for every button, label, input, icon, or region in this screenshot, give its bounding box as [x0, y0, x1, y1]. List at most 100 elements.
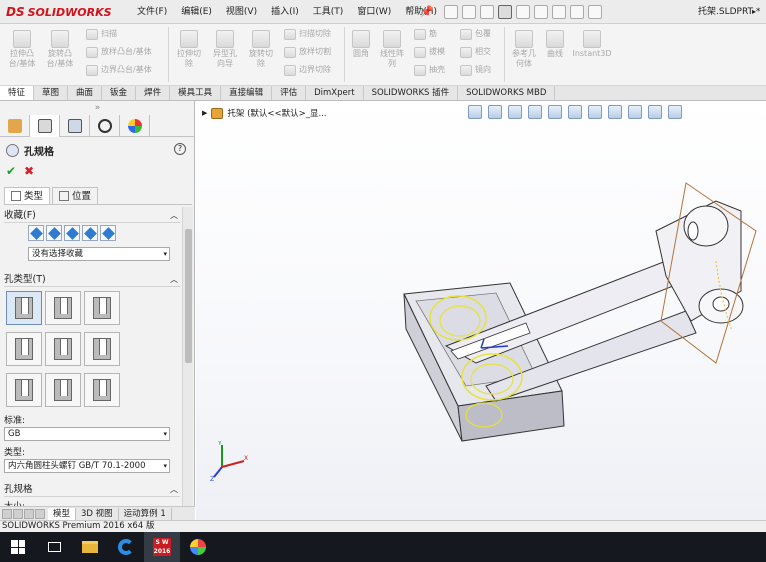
title-dropdown-icon[interactable]: ▸ — [752, 0, 756, 24]
pin-icon[interactable]: 📌 — [420, 5, 434, 19]
loft-boss-button[interactable]: 放样凸台/基体 — [86, 46, 152, 58]
save-favorite-icon[interactable] — [82, 225, 98, 241]
tab-mold-tools[interactable]: 模具工具 — [170, 86, 222, 100]
solidworks-taskbar-button[interactable]: S W 2016 — [144, 532, 180, 562]
menu-edit[interactable]: 编辑(E) — [174, 0, 219, 24]
favorites-select[interactable]: 没有选择收藏 ▾ — [28, 247, 170, 261]
favorites-section-header[interactable]: 收藏(F) ︿ — [4, 209, 180, 223]
property-scrollbar[interactable] — [182, 207, 193, 507]
bracket-model[interactable] — [196, 101, 766, 520]
instant3d-button[interactable]: Instant3D — [572, 30, 612, 59]
shell-button[interactable]: 抽壳 — [414, 64, 445, 76]
file-explorer-button[interactable] — [72, 532, 108, 562]
tab-surfaces[interactable]: 曲面 — [68, 86, 103, 100]
tab-3d-views[interactable]: 3D 视图 — [76, 507, 119, 520]
curves-button[interactable]: 曲线 — [542, 30, 568, 59]
tab-direct-editing[interactable]: 直接编辑 — [221, 86, 273, 100]
solidworks-logo[interactable]: DS SOLIDWORKS — [6, 3, 112, 21]
tab-model[interactable]: 模型 — [48, 507, 77, 520]
reference-geometry-button[interactable]: 参考几 何体 — [508, 30, 540, 69]
boundary-boss-button[interactable]: 边界凸台/基体 — [86, 64, 152, 76]
menu-window[interactable]: 窗口(W) — [350, 0, 398, 24]
rebuild-icon[interactable] — [552, 5, 566, 19]
menu-view[interactable]: 视图(V) — [219, 0, 264, 24]
sweep-button[interactable]: 扫描 — [86, 28, 117, 40]
hole-type-counterbore-slot[interactable] — [6, 373, 42, 407]
add-favorite-icon[interactable] — [46, 225, 62, 241]
delete-favorite-icon[interactable] — [64, 225, 80, 241]
extruded-boss-button[interactable]: 拉伸凸 台/基体 — [4, 30, 40, 69]
start-button[interactable] — [0, 532, 36, 562]
load-favorite-icon[interactable] — [100, 225, 116, 241]
tab-motion-study[interactable]: 运动算例 1 — [119, 507, 172, 520]
boundary-cut-button[interactable]: 边界切除 — [284, 64, 331, 76]
property-manager-tab[interactable] — [30, 115, 60, 137]
extruded-cut-button[interactable]: 拉伸切 除 — [172, 30, 206, 69]
print-icon[interactable] — [498, 5, 512, 19]
hole-type-slot[interactable] — [84, 373, 120, 407]
tab-features[interactable]: 特征 — [0, 86, 35, 100]
paint-app-button[interactable] — [180, 532, 216, 562]
wrap-button[interactable]: 包覆 — [460, 28, 491, 40]
pane-collapse-handle[interactable]: » — [0, 101, 195, 115]
tab-type[interactable]: 类型 — [4, 187, 51, 204]
hole-wizard-button[interactable]: 异型孔 向导 — [208, 30, 242, 69]
tab-solidworks-addins[interactable]: SOLIDWORKS 插件 — [364, 86, 459, 100]
revolved-cut-button[interactable]: 旋转切 除 — [244, 30, 278, 69]
edge-browser-button[interactable] — [108, 532, 144, 562]
previous-tab-icon[interactable] — [13, 508, 23, 519]
open-folder-icon[interactable] — [462, 5, 476, 19]
tab-evaluate[interactable]: 评估 — [272, 86, 307, 100]
options-gear-icon[interactable] — [588, 5, 602, 19]
scrollbar-thumb[interactable] — [185, 229, 192, 363]
menu-file[interactable]: 文件(F) — [130, 0, 174, 24]
first-tab-icon[interactable] — [2, 508, 12, 519]
tab-sketch[interactable]: 草图 — [34, 86, 69, 100]
task-view-button[interactable] — [36, 532, 72, 562]
hole-type-tapered-tap[interactable] — [45, 332, 81, 366]
configuration-manager-tab[interactable] — [60, 115, 90, 137]
file-properties-icon[interactable] — [570, 5, 584, 19]
hole-type-tap[interactable] — [6, 332, 42, 366]
fastener-type-select[interactable]: 内六角圆柱头螺钉 GB/T 70.1-2000 ▾ — [4, 459, 170, 473]
menu-insert[interactable]: 插入(I) — [264, 0, 306, 24]
select-arrow-icon[interactable] — [534, 5, 548, 19]
hole-spec-section-header[interactable]: 孔规格 ︿ — [4, 483, 180, 497]
rib-button[interactable]: 筋 — [414, 28, 437, 40]
save-icon[interactable] — [480, 5, 494, 19]
cancel-button[interactable]: ✖ — [24, 164, 34, 178]
tab-solidworks-mbd[interactable]: SOLIDWORKS MBD — [458, 86, 556, 100]
lofted-cut-button[interactable]: 放样切割 — [284, 46, 331, 58]
menu-tools[interactable]: 工具(T) — [306, 0, 351, 24]
tab-sheet-metal[interactable]: 钣金 — [102, 86, 137, 100]
hole-type-countersink-slot[interactable] — [45, 373, 81, 407]
last-tab-icon[interactable] — [35, 508, 45, 519]
dimxpert-manager-tab[interactable] — [90, 115, 120, 137]
tab-dimxpert[interactable]: DimXpert — [306, 86, 364, 100]
new-document-icon[interactable] — [444, 5, 458, 19]
display-manager-tab[interactable] — [120, 115, 150, 137]
hole-type-counterbore[interactable] — [6, 291, 42, 325]
fillet-button[interactable]: 圆角 — [348, 30, 374, 59]
tab-weldments[interactable]: 焊件 — [136, 86, 171, 100]
tab-position[interactable]: 位置 — [52, 187, 99, 204]
mirror-button[interactable]: 镜向 — [460, 64, 491, 76]
hole-type-hole[interactable] — [84, 291, 120, 325]
standard-select[interactable]: GB ▾ — [4, 427, 170, 441]
graphics-viewport[interactable]: ▶ 托架 (默认<<默认>_显... Y X Z — [196, 101, 766, 520]
hole-type-section-header[interactable]: 孔类型(T) ︿ — [4, 273, 180, 287]
intersect-button[interactable]: 相交 — [460, 46, 491, 58]
revolved-boss-button[interactable]: 旋转凸 台/基体 — [42, 30, 78, 69]
hole-type-countersink[interactable] — [45, 291, 81, 325]
next-tab-icon[interactable] — [24, 508, 34, 519]
feature-manager-tab[interactable] — [0, 115, 30, 137]
draft-button[interactable]: 拔模 — [414, 46, 445, 58]
swept-cut-button[interactable]: 扫描切除 — [284, 28, 331, 40]
apply-defaults-icon[interactable] — [28, 225, 44, 241]
ok-button[interactable]: ✔ — [6, 164, 16, 178]
linear-pattern-button[interactable]: 线性阵 列 — [376, 30, 408, 69]
undo-icon[interactable] — [516, 5, 530, 19]
revolved-boss-label: 旋转凸 台/基体 — [46, 49, 74, 68]
hole-type-legacy[interactable] — [84, 332, 120, 366]
help-icon[interactable]: ? — [174, 143, 186, 155]
